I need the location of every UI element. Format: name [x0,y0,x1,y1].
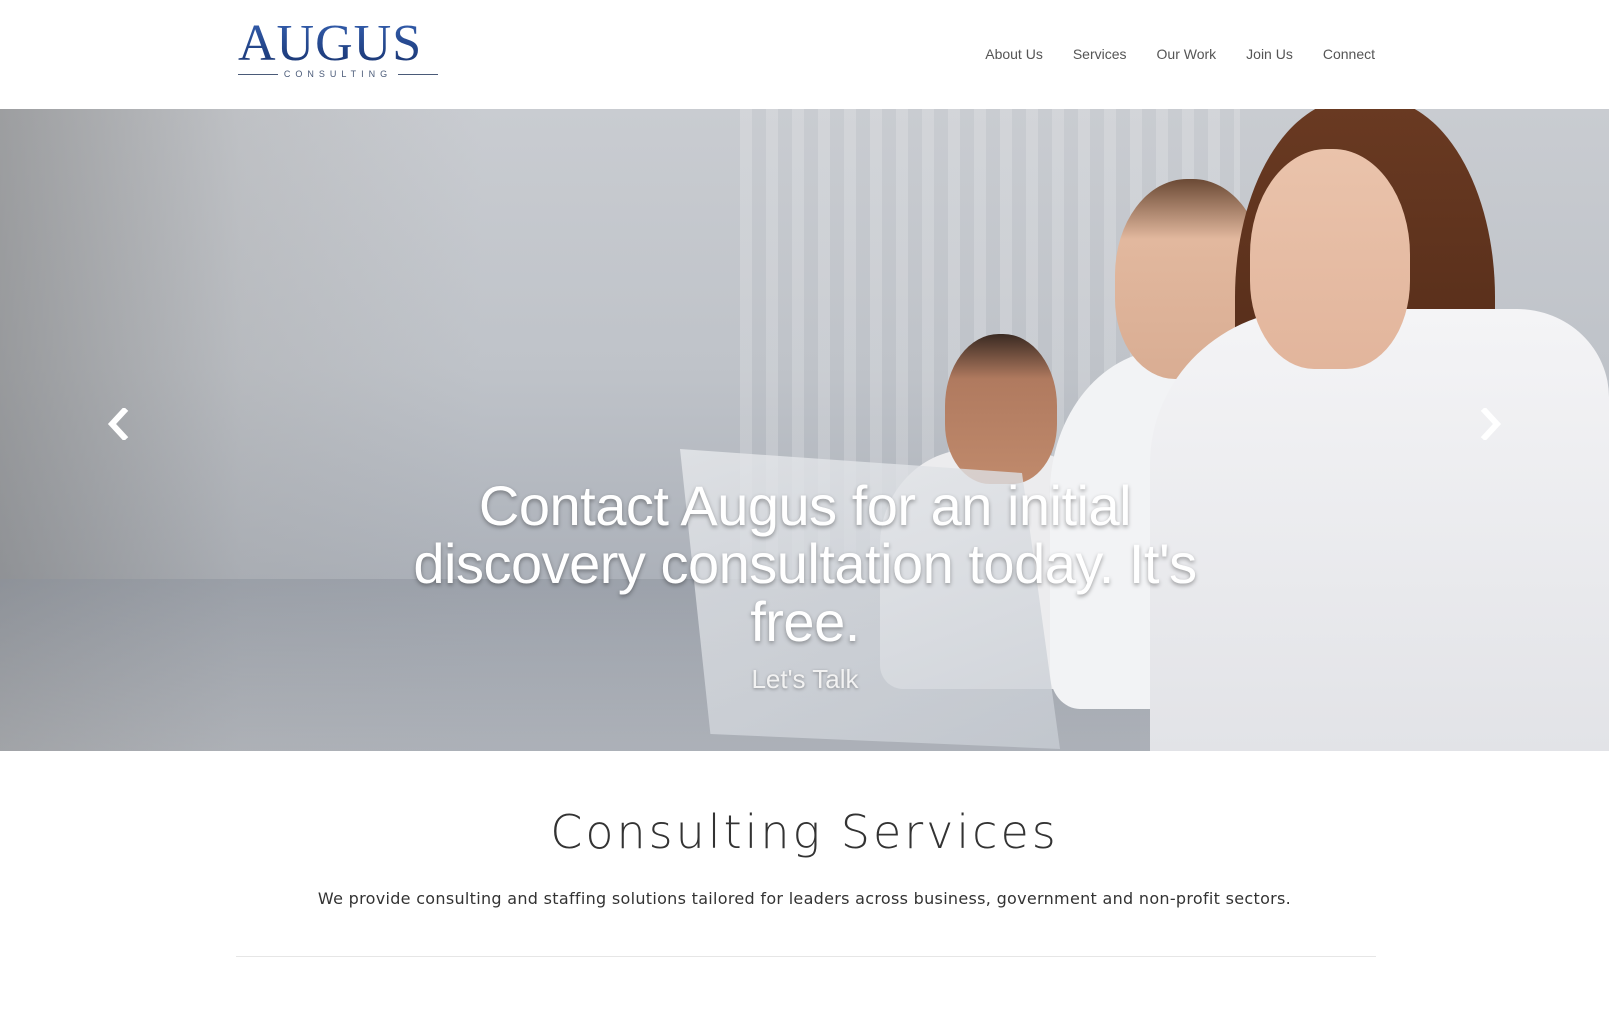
nav-our-work[interactable]: Our Work [1157,44,1217,64]
logo-subtitle-text: CONSULTING [283,69,393,79]
lets-talk-link[interactable]: Let's Talk [751,663,858,695]
nav-services[interactable]: Services [1073,44,1127,64]
section-title: Consulting Services [550,805,1059,859]
nav-about-us[interactable]: About Us [985,44,1043,64]
hero-photo-person [945,334,1057,484]
logo-rule-left [238,73,278,75]
section-description: We provide consulting and staffing solut… [317,889,1292,908]
nav-join-us[interactable]: Join Us [1246,44,1293,64]
nav-connect[interactable]: Connect [1323,44,1375,64]
logo-rule-right [398,73,438,75]
chevron-left-icon [107,408,129,440]
chevron-right-icon [1480,408,1502,440]
site-header: AUGUS CONSULTING About Us Services Our W… [0,0,1609,109]
logo-wordmark: AUGUS [238,18,438,70]
carousel-prev-button[interactable] [98,404,138,444]
section-divider [236,956,1376,957]
hero-carousel: Contact Augus for an initial discovery c… [0,109,1609,751]
hero-photo-person [1250,149,1410,369]
hero-title: Contact Augus for an initial discovery c… [413,474,1197,653]
carousel-next-button[interactable] [1471,404,1511,444]
logo-subtitle: CONSULTING [238,68,438,80]
consulting-services-section: Consulting Services We provide consultin… [0,751,1609,1022]
main-nav: About Us Services Our Work Join Us Conne… [985,44,1375,64]
hero-caption: Contact Augus for an initial discovery c… [380,477,1230,695]
augus-logo[interactable]: AUGUS CONSULTING [238,18,438,80]
